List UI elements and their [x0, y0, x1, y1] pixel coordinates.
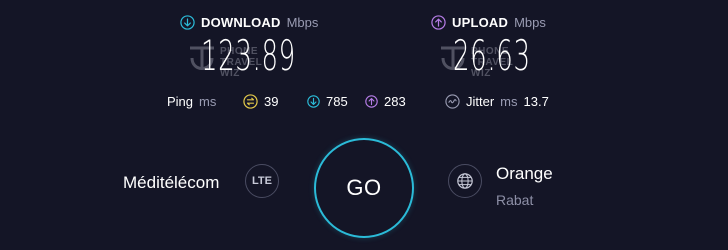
go-button[interactable]: GO	[314, 138, 414, 238]
server-name[interactable]: Orange	[496, 164, 553, 184]
upload-speed-value: 26.63	[453, 31, 531, 80]
server-location: Rabat	[496, 192, 534, 208]
arrow-down-circle-icon	[307, 95, 320, 108]
jitter-icon	[445, 94, 460, 109]
provider-name: Méditélécom	[123, 173, 220, 192]
ping-download-stat: 785	[307, 94, 348, 109]
ping-idle-icon	[243, 94, 258, 109]
download-header: DOWNLOAD Mbps	[180, 13, 318, 31]
download-unit: Mbps	[286, 14, 319, 30]
globe-icon[interactable]	[448, 164, 482, 198]
upload-header: UPLOAD Mbps	[431, 13, 546, 31]
arrow-up-circle-icon	[365, 95, 378, 108]
jitter-value: 13.7	[523, 94, 549, 109]
ping-stat: Ping ms	[167, 94, 216, 109]
arrow-up-circle-icon	[431, 14, 446, 30]
connection-type-badge[interactable]: LTE	[245, 164, 279, 198]
jitter-stat: Jitter ms 13.7	[445, 94, 549, 109]
download-speed-value: 123.89	[201, 31, 296, 80]
ping-idle-stat: 39	[243, 94, 278, 109]
ping-download-value: 785	[326, 94, 348, 109]
ping-upload-value: 283	[384, 94, 406, 109]
ping-idle-value: 39	[264, 94, 279, 109]
jitter-unit: ms	[500, 94, 518, 109]
arrow-down-circle-icon	[180, 14, 195, 30]
ping-label: Ping	[167, 94, 194, 109]
download-label: DOWNLOAD	[201, 14, 281, 30]
upload-label: UPLOAD	[452, 14, 509, 30]
jitter-label: Jitter	[466, 94, 495, 109]
ping-upload-stat: 283	[365, 94, 406, 109]
ping-unit: ms	[199, 94, 217, 109]
globe-glyph	[457, 173, 473, 189]
upload-unit: Mbps	[514, 14, 546, 30]
